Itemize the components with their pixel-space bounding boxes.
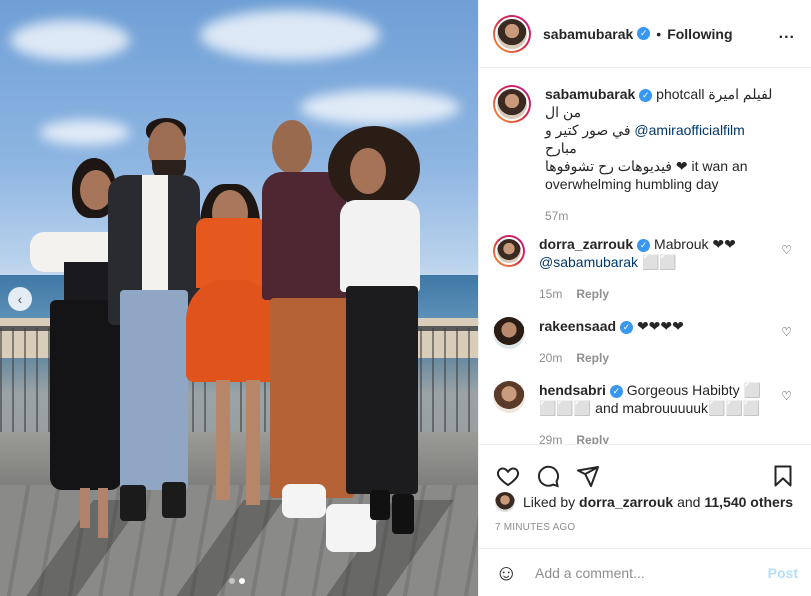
comment-age: 20m [539,351,563,365]
following-button[interactable]: Following [667,26,732,42]
caption-text: فيديوهات رح تشوفوها ❤ it wan an overwhel… [545,158,748,192]
carousel-dot-active [239,578,245,584]
add-comment-bar: ☺ Post [479,548,811,596]
caption-text: في صور كتير و [545,122,631,138]
action-bar [479,444,811,494]
reply-button[interactable]: Reply [576,433,609,444]
avatar[interactable] [493,317,525,349]
comment: dorra_zarrouk ✓ Mabrouk ❤❤ @sabamubarak ⬜… [493,235,798,303]
avatar[interactable] [493,14,531,53]
more-options-icon[interactable]: ... [779,25,795,43]
avatar[interactable] [493,381,525,413]
cloud [10,20,130,60]
comment: rakeensaad ✓ ❤❤❤❤ 20m Reply ♡ [493,317,798,367]
carousel-prev-button[interactable]: ‹ [8,287,32,311]
reply-button[interactable]: Reply [576,287,609,301]
carousel-dot [229,578,235,584]
comment-input[interactable] [535,564,768,581]
caption-text: مبارح [545,140,577,156]
reply-button[interactable]: Reply [576,351,609,365]
cloud [300,90,460,125]
comment-text: Mabrouk ❤❤ [654,236,736,252]
like-comment-heart-icon[interactable]: ♡ [781,389,792,403]
carousel-dots [229,578,245,584]
comment-mention-link[interactable]: @sabamubarak [539,254,638,270]
caption-mention-link[interactable]: @amiraofficialfilm [634,122,744,138]
post-sidebar: sabamubarak ✓ • Following ... sabamubara… [478,0,811,596]
post-photo[interactable]: ‹ [0,0,478,596]
like-heart-icon[interactable] [495,463,521,489]
verified-badge-icon: ✓ [637,238,651,252]
verified-badge-icon: ✓ [639,88,653,102]
like-comment-heart-icon[interactable]: ♡ [781,325,792,339]
comment-age: 29m [539,433,563,444]
comment-bubble-icon[interactable] [535,463,561,489]
caption: sabamubarak ✓ لفيلم اميرة photcall من ال … [493,85,798,225]
emoji-icon[interactable]: ☺ [495,560,521,586]
like-comment-heart-icon[interactable]: ♡ [781,243,792,257]
caption-username[interactable]: sabamubarak [545,86,635,102]
likes-prefix: Liked by [523,494,576,510]
comment-age: 15m [539,287,563,301]
comment: hendsabri ✓ Gorgeous Habibty ⬜ ⬜⬜⬜ and ma… [493,381,798,444]
likes-and: and [677,494,701,510]
liker-username[interactable]: dorra_zarrouk [579,494,673,510]
verified-badge-icon: ✓ [609,384,623,398]
separator: • [656,25,662,42]
verified-badge-icon: ✓ [620,320,634,334]
comment-text-extra: ⬜⬜ [641,254,677,270]
author-username[interactable]: sabamubarak [543,26,633,42]
verified-badge-icon: ✓ [637,27,651,40]
liker-avatar[interactable] [495,492,515,512]
comment-username[interactable]: dorra_zarrouk [539,236,633,252]
bookmark-icon[interactable] [770,463,796,489]
avatar[interactable] [493,235,525,267]
likes-summary: Liked by dorra_zarrouk and 11,540 others [495,492,793,512]
comment-username[interactable]: hendsabri [539,382,606,398]
post-comment-button[interactable]: Post [768,565,798,581]
comment-text: ❤❤❤❤ [636,318,684,334]
cloud [200,10,380,60]
post-header: sabamubarak ✓ • Following ... [479,0,811,68]
share-paper-plane-icon[interactable] [575,463,601,489]
comments-list[interactable]: sabamubarak ✓ لفيلم اميرة photcall من ال … [479,69,811,444]
likes-count[interactable]: 11,540 others [704,494,793,510]
cloud [40,120,130,145]
post-timestamp[interactable]: 7 MINUTES AGO [495,522,575,533]
comment-username[interactable]: rakeensaad [539,318,616,334]
caption-age: 57m [545,209,569,223]
avatar[interactable] [493,85,531,123]
